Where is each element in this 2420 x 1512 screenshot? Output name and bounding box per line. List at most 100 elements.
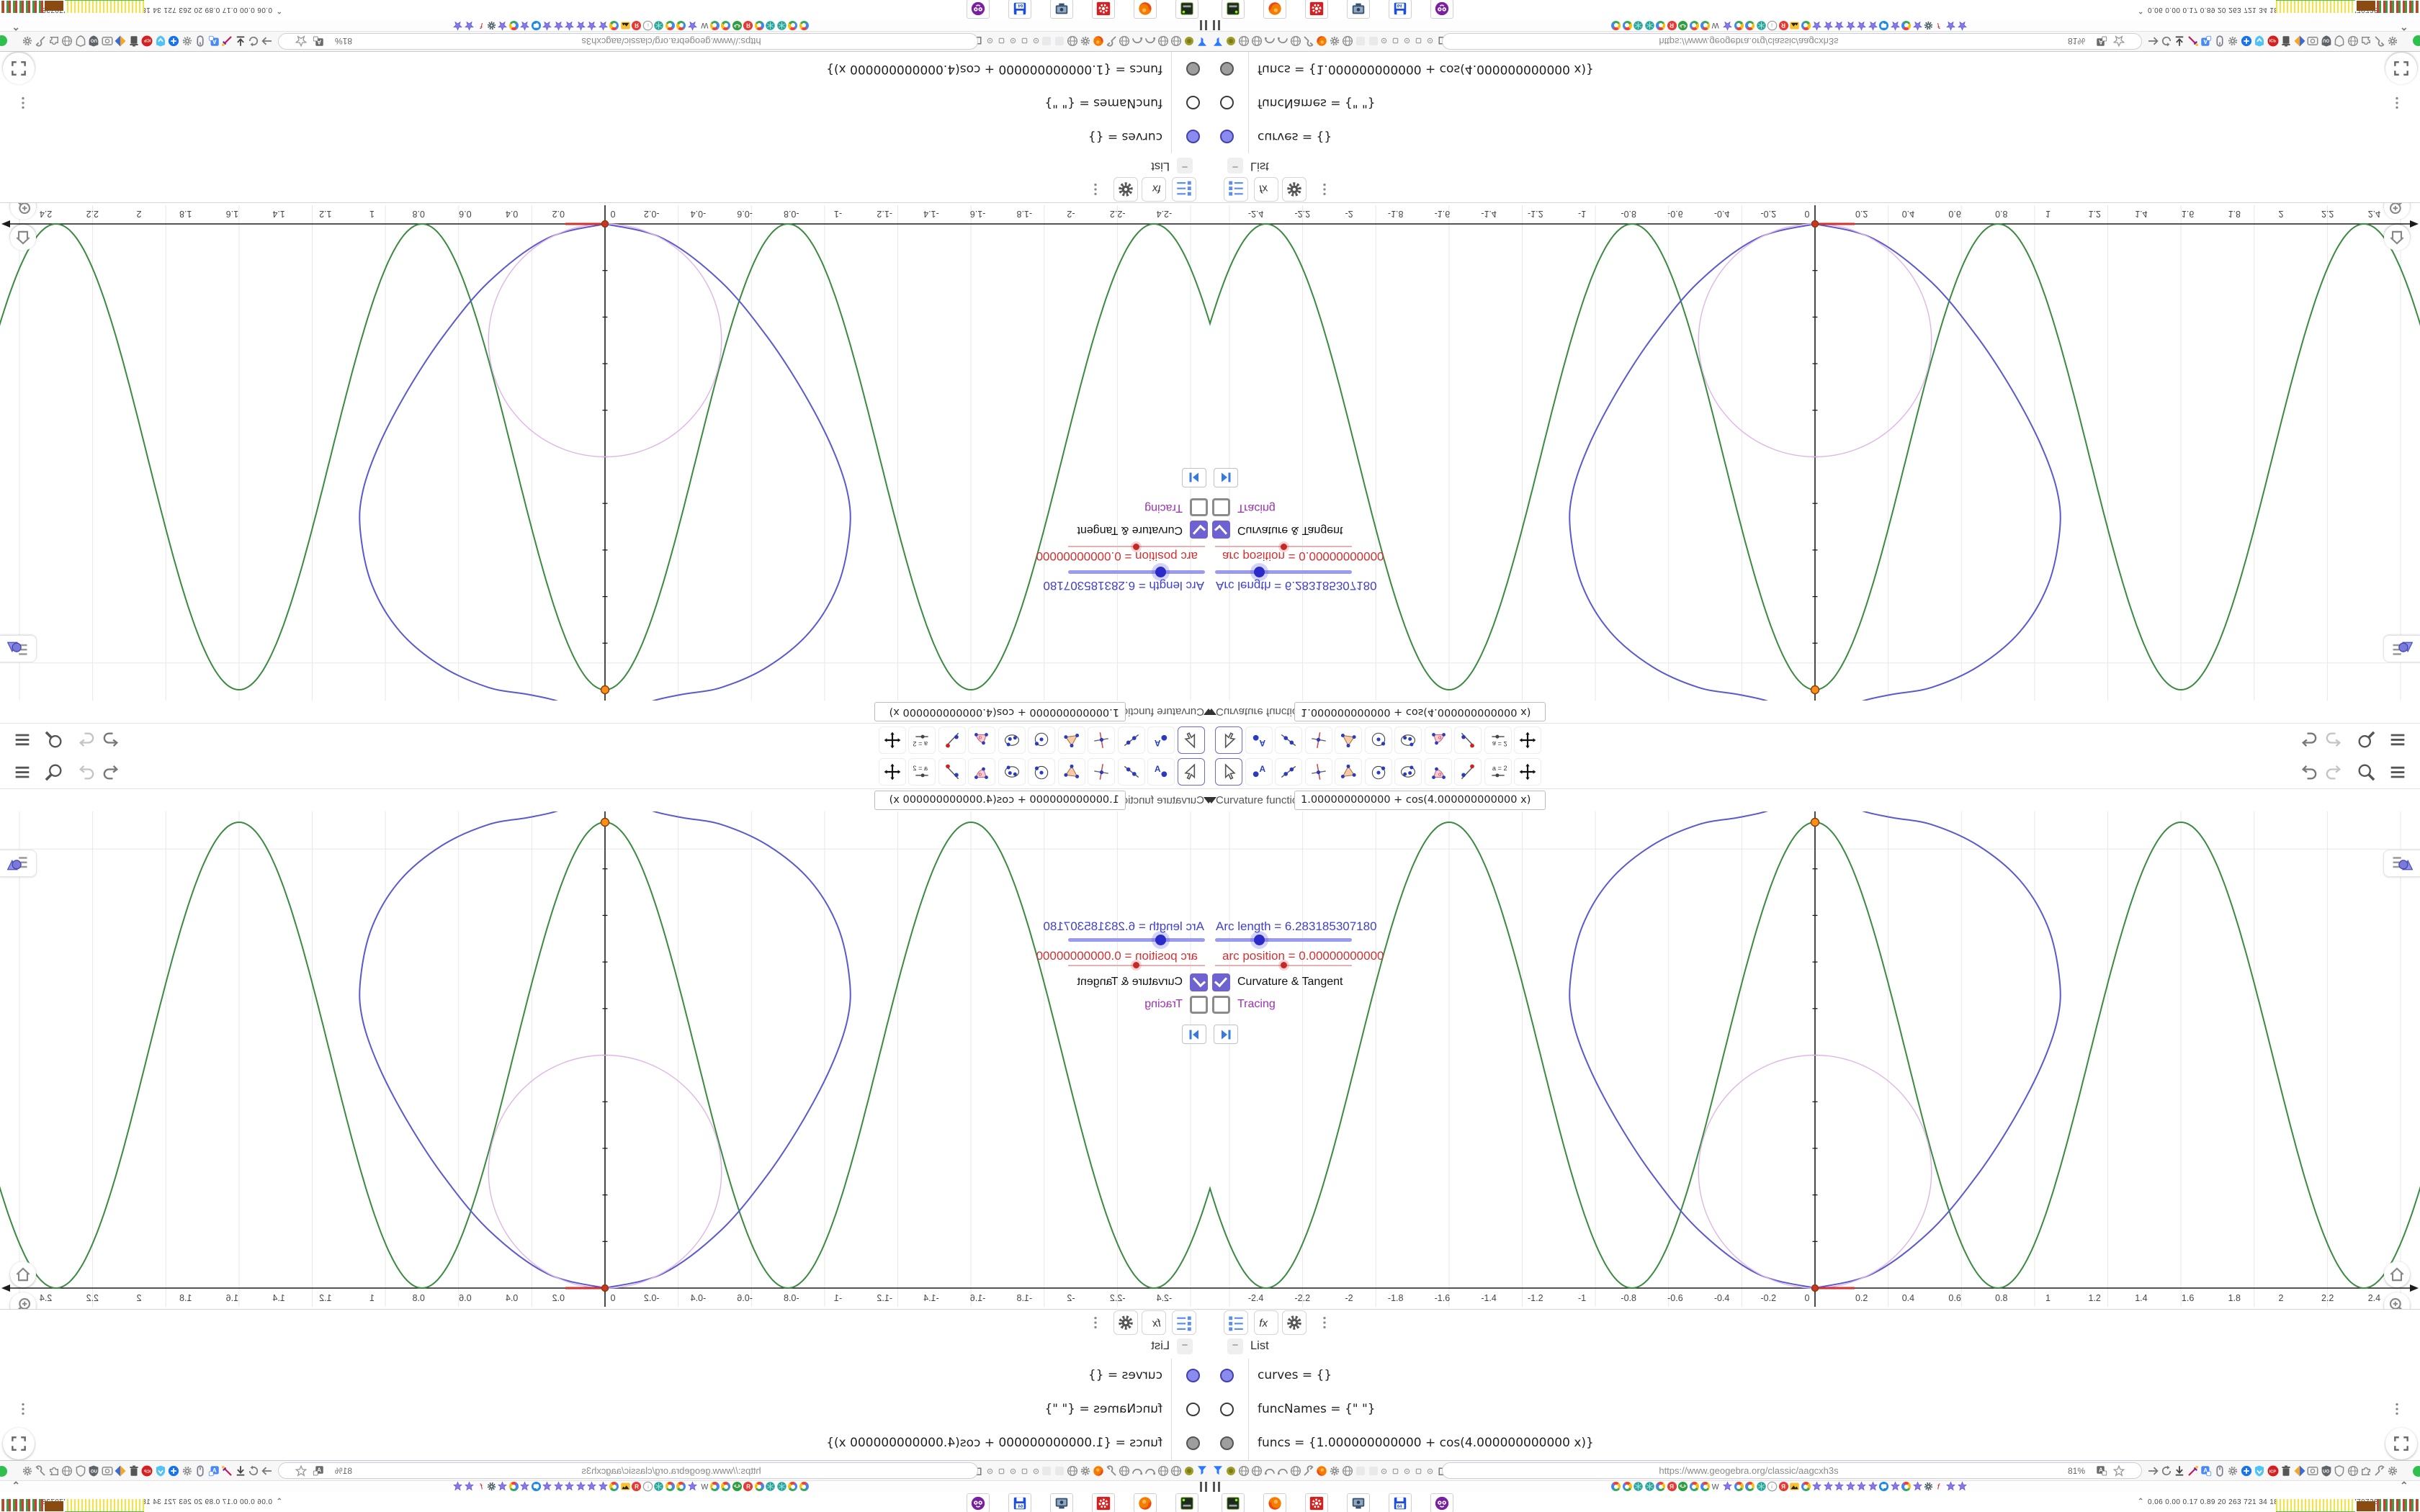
- fullscreen-button[interactable]: [2385, 53, 2417, 84]
- taskbar-app-monitor[interactable]: [1050, 1493, 1073, 1512]
- bookmark-favicon-f-red[interactable]: f: [1935, 1481, 1945, 1492]
- taskbar-app-hdd[interactable]: [1222, 1493, 1245, 1512]
- bookmark-favicon-ya[interactable]: Я: [1667, 1481, 1677, 1492]
- ghost-icon[interactable]: [1053, 1464, 1066, 1477]
- globe-icon[interactable]: [1289, 35, 1302, 48]
- visibility-toggle-dot[interactable]: [1220, 62, 1234, 76]
- arc-length-slider[interactable]: [1068, 567, 1205, 577]
- slider-tool-button[interactable]: a = 2: [908, 758, 936, 786]
- sqmini-icon[interactable]: [1415, 37, 1422, 45]
- redo-button[interactable]: [2323, 762, 2343, 782]
- bookmark-favicon-ya[interactable]: Я: [1778, 20, 1789, 31]
- function-dropdown[interactable]: Curvature function: [1216, 794, 1304, 806]
- ellipse-tool-button[interactable]: [998, 726, 1026, 754]
- bookmark-favicon-g[interactable]: [1689, 20, 1700, 31]
- perpendicular-tool-button[interactable]: [1088, 758, 1116, 786]
- bookmark-favicon-g[interactable]: [1901, 20, 1912, 31]
- row-kebab-icon[interactable]: [2389, 95, 2405, 111]
- plus-blue-icon[interactable]: [168, 35, 181, 48]
- ellipse-tool-button[interactable]: [1394, 726, 1422, 754]
- gear-icon[interactable]: [2386, 35, 2399, 48]
- bookmark-favicon-gear-dark[interactable]: [486, 1481, 497, 1492]
- redo-button[interactable]: [77, 730, 97, 750]
- algebra-settings-button[interactable]: [1113, 1310, 1138, 1335]
- download-icon[interactable]: [2173, 1464, 2186, 1477]
- bookmark-favicon-flower[interactable]: [575, 20, 586, 31]
- arrow-right-icon[interactable]: [261, 35, 274, 48]
- arc-length-slider[interactable]: [1215, 567, 1352, 577]
- globe-icon[interactable]: [1250, 35, 1263, 48]
- bookmark-favicon-g[interactable]: [1700, 20, 1711, 31]
- bookmark-favicon-w[interactable]: W: [699, 20, 709, 31]
- bookmark-favicon-g[interactable]: [609, 20, 620, 31]
- fullscreen-button[interactable]: [3, 53, 35, 84]
- bookmark-favicon-g[interactable]: [1734, 20, 1744, 31]
- search-button[interactable]: [44, 762, 64, 782]
- bookmark-favicon-flower[interactable]: [464, 20, 475, 31]
- bookmark-favicon-ya[interactable]: Я: [632, 20, 642, 31]
- tracing-checkbox[interactable]: [1190, 498, 1208, 516]
- bookmark-favicon-flower[interactable]: [565, 1481, 575, 1492]
- page-zoom-indicator[interactable]: 81%: [335, 1466, 352, 1476]
- translate-icon[interactable]: A: [312, 35, 325, 48]
- uo-icon[interactable]: UO: [2320, 35, 2333, 48]
- shield-blue-icon[interactable]: [2253, 1464, 2266, 1477]
- menu-button[interactable]: [2388, 762, 2408, 782]
- gear-icon[interactable]: [1328, 1464, 1341, 1477]
- polygon-tool-button[interactable]: [1335, 758, 1362, 786]
- bookmark-favicon-flower[interactable]: [498, 20, 508, 31]
- bookmark-favicon-photo[interactable]: [620, 20, 631, 31]
- bookmark-favicon-crab[interactable]: [1677, 1481, 1688, 1492]
- menu-button[interactable]: [2388, 730, 2408, 750]
- visibility-toggle-dot[interactable]: [1220, 1369, 1234, 1382]
- diamond-icon[interactable]: [115, 1464, 127, 1477]
- arc-position-slider-knob[interactable]: [1281, 962, 1287, 968]
- taskbar-app-floppy64[interactable]: 64: [1008, 0, 1031, 19]
- collapse-list-button[interactable]: −: [1227, 158, 1243, 174]
- paint-icon[interactable]: [2187, 1464, 2200, 1477]
- dotmini-icon[interactable]: [1380, 37, 1388, 45]
- algebra-style-button[interactable]: [1224, 177, 1248, 202]
- arc-position-slider[interactable]: [1215, 962, 1352, 968]
- collapse-list-button[interactable]: −: [1177, 1338, 1193, 1354]
- puzzle-icon[interactable]: [2360, 1464, 2372, 1477]
- bookmark-favicon-flower[interactable]: [1890, 1481, 1901, 1492]
- bookmark-favicon-g[interactable]: [754, 1481, 765, 1492]
- fullscreen-button[interactable]: [3, 1428, 35, 1459]
- slider-tool-button[interactable]: a = 2: [908, 726, 936, 754]
- arc-position-slider-knob[interactable]: [1133, 962, 1139, 968]
- sqmini-icon[interactable]: [998, 1467, 1005, 1475]
- visibility-toggle-dot[interactable]: [1186, 1369, 1200, 1382]
- bookmark-favicon-shell[interactable]: [776, 20, 787, 31]
- taskbar-app-gear-red[interactable]: [1092, 0, 1115, 19]
- bookmark-favicon-shell[interactable]: [654, 20, 665, 31]
- row-kebab-icon[interactable]: [2389, 1401, 2405, 1417]
- function-input[interactable]: 1.000000000000 + cos(4.000000000000 x): [1294, 702, 1546, 721]
- bookmark-favicon-g[interactable]: [1801, 20, 1811, 31]
- url-bar[interactable]: https://www.geogebra.org/classic/aagcxh3…: [1442, 1462, 2142, 1479]
- status-chevron-icon[interactable]: ⌃: [277, 6, 282, 14]
- bookmark-favicon-g[interactable]: [788, 20, 799, 31]
- bookmark-favicon-g[interactable]: [1610, 20, 1621, 31]
- bookmark-favicon-flower[interactable]: [1912, 20, 1923, 31]
- bookmark-favicon-f-red[interactable]: f: [475, 1481, 486, 1492]
- visibility-toggle-dot[interactable]: [1186, 130, 1200, 143]
- bookmark-favicon-flower[interactable]: [453, 20, 464, 31]
- dotmini-icon[interactable]: [1009, 1467, 1017, 1475]
- bookmark-favicon-shell[interactable]: [776, 1481, 787, 1492]
- arc-icon[interactable]: [1276, 1464, 1289, 1477]
- slider-tool-button[interactable]: a = 2: [1484, 758, 1512, 786]
- visibility-toggle-dot[interactable]: [1186, 1403, 1200, 1416]
- bookmark-favicon-flower[interactable]: [598, 20, 609, 31]
- gear-icon[interactable]: [2386, 1464, 2399, 1477]
- bookmark-favicon-g[interactable]: [665, 1481, 676, 1492]
- arc-position-slider-knob[interactable]: [1281, 544, 1287, 550]
- olive-icon[interactable]: [1183, 1464, 1196, 1477]
- algebra-kebab-button[interactable]: [1312, 1310, 1337, 1335]
- bookmark-favicon-crab[interactable]: [732, 1481, 743, 1492]
- shield-blue-icon[interactable]: [154, 1464, 167, 1477]
- point-on-curve[interactable]: [600, 685, 610, 695]
- gear-icon[interactable]: [2226, 1464, 2239, 1477]
- curvature-tangent-checkbox[interactable]: [1190, 973, 1208, 991]
- globe-icon[interactable]: [1066, 35, 1079, 48]
